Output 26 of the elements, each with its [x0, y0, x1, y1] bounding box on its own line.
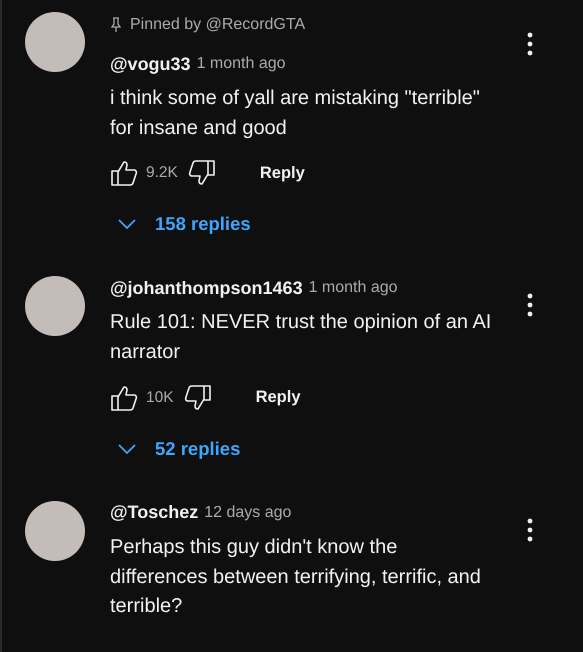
comment-author[interactable]: @johanthompson1463	[110, 278, 303, 299]
thumbs-up-icon[interactable]	[110, 384, 138, 412]
comment-author[interactable]: @vogu33	[110, 54, 191, 74]
comment-time[interactable]: 1 month ago	[196, 55, 286, 73]
pin-icon	[110, 17, 122, 33]
comment-time[interactable]: 1 month ago	[308, 279, 398, 298]
more-options-icon[interactable]	[527, 32, 533, 56]
thumbs-down-icon[interactable]	[188, 159, 216, 188]
reply-button[interactable]: Reply	[248, 156, 317, 191]
chevron-down-icon	[117, 218, 137, 230]
thumbs-up-icon[interactable]	[110, 159, 138, 188]
comment-text: Rule 101: NEVER trust the opinion of an AI narrator	[110, 310, 492, 366]
more-options-icon[interactable]	[527, 293, 533, 318]
pinned-label: Pinned by @RecordGTA	[130, 16, 306, 34]
more-options-icon[interactable]	[527, 518, 533, 542]
comment-text: i think some of yall are mistaking "terrible" for insane and good	[110, 86, 481, 141]
chevron-down-icon	[117, 442, 137, 455]
reply-button[interactable]: Reply	[244, 380, 313, 416]
comment-text: Perhaps this guy didn't know the differences between terrifying, terrific, and terrible?	[110, 534, 482, 620]
like-count: 10K	[146, 388, 174, 407]
comment-author[interactable]: @Toschez	[110, 502, 198, 524]
comment-time[interactable]: 12 days ago	[204, 504, 292, 522]
view-replies-button[interactable]: 52 replies	[110, 428, 240, 469]
view-replies-button[interactable]: 158 replies	[110, 204, 251, 244]
thumbs-down-icon[interactable]	[184, 384, 212, 412]
like-count: 9.2K	[146, 164, 178, 182]
